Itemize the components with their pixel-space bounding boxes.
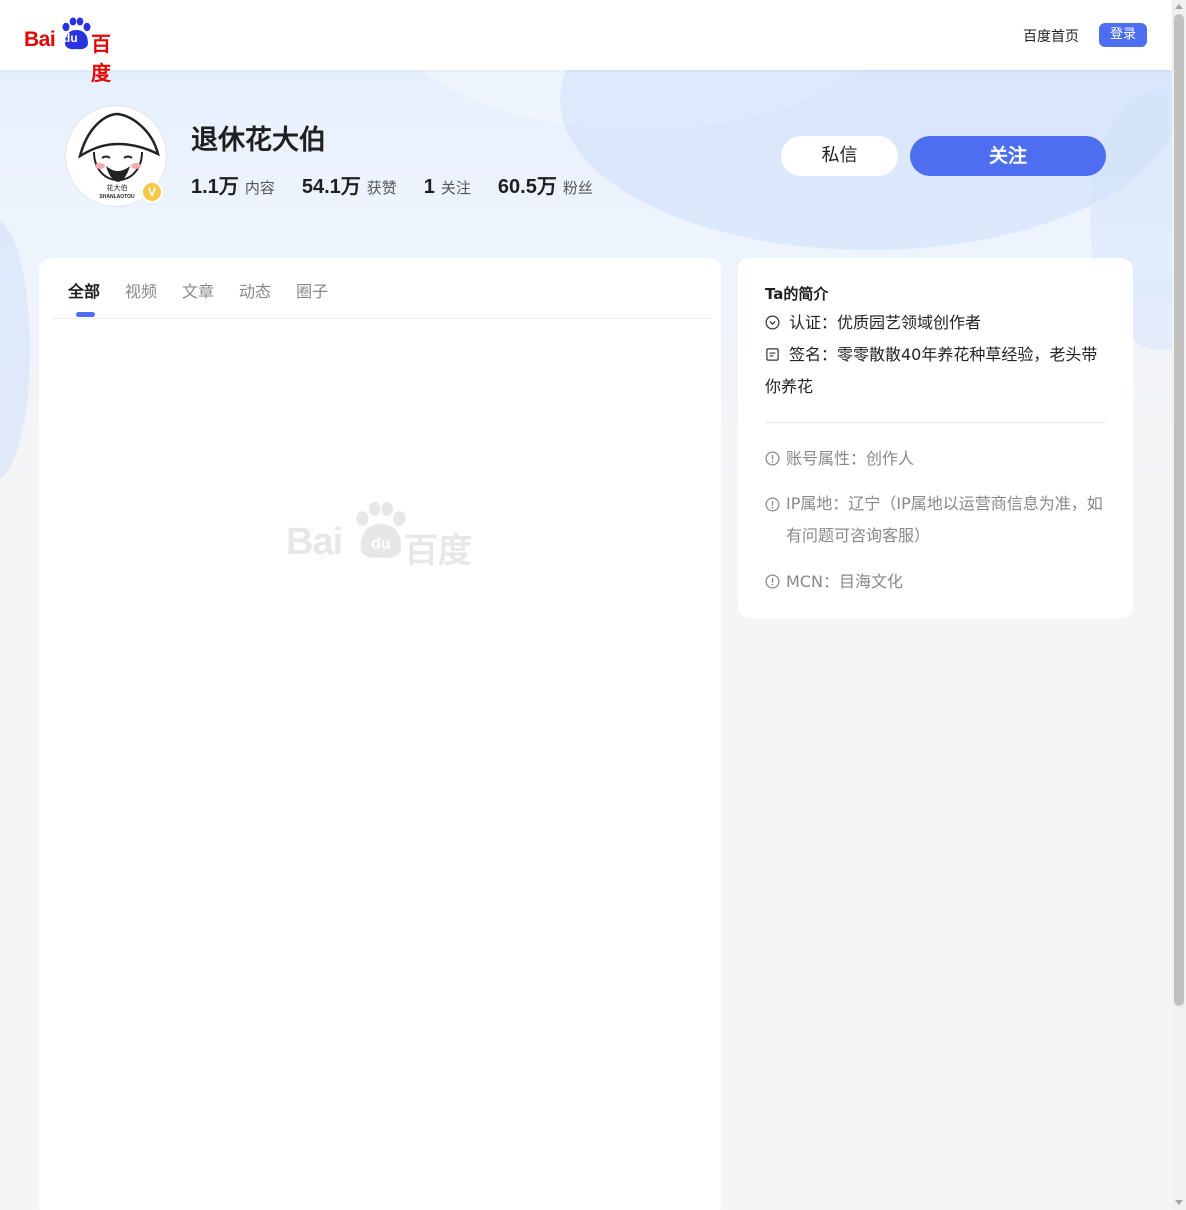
logo-du-text: du <box>63 31 78 45</box>
watermark-paw-icon: du <box>356 501 406 558</box>
intro-panel: Ta的简介 认证：优质园艺领域创作者 签名：零零散散40年养花种草经验，老头带你… <box>738 258 1133 618</box>
verified-badge-icon: V <box>141 181 163 203</box>
profile-name: 退休花大伯 <box>191 125 326 156</box>
stat-label: 内容 <box>244 179 275 197</box>
tab-article[interactable]: 文章 <box>182 278 214 302</box>
content-tabs: 全部 视频 文章 动态 圈子 <box>68 278 353 302</box>
stat-likes[interactable]: 54.1万 获赞 <box>302 170 397 199</box>
ip-location-text: IP属地：辽宁（IP属地以运营商信息为准，如有问题可咨询客服） <box>786 494 1103 545</box>
scroll-thumb[interactable] <box>1174 14 1184 1006</box>
mcn-row: MCN：目海文化 <box>765 566 1110 598</box>
watermark-chinese-text: 百度 <box>404 531 472 571</box>
top-nav: Bai du 百度 百度首页 登录 <box>0 0 1172 85</box>
stat-label: 粉丝 <box>562 179 593 197</box>
tab-video[interactable]: 视频 <box>125 278 157 302</box>
page-scrollbar[interactable] <box>1172 0 1186 1210</box>
avatar-text-top: 花大伯 <box>107 183 128 192</box>
avatar-text-bottom: SHANLAOTOU <box>99 194 135 200</box>
profile-stats: 1.1万 内容 54.1万 获赞 1 关注 60.5万 粉丝 <box>191 170 620 199</box>
tab-divider <box>52 318 712 319</box>
stat-value: 60.5万 <box>497 176 557 198</box>
intro-divider <box>765 422 1106 423</box>
account-type-text: 账号属性：创作人 <box>786 449 915 468</box>
note-icon <box>766 348 779 361</box>
stat-label: 获赞 <box>366 179 397 197</box>
stat-value: 54.1万 <box>301 176 361 198</box>
stat-following[interactable]: 1 关注 <box>424 176 471 199</box>
content-panel: 全部 视频 文章 动态 圈子 Bai du 百度 <box>39 258 721 1210</box>
certification-text: 认证：优质园艺领域创作者 <box>789 313 982 332</box>
stat-value: 1 <box>423 176 435 198</box>
watermark-latin-text: Bai <box>286 521 343 563</box>
message-button[interactable]: 私信 <box>781 136 898 176</box>
exclamation-circle-icon <box>765 451 780 466</box>
stat-value: 1.1万 <box>191 176 239 198</box>
exclamation-circle-icon <box>765 497 780 512</box>
check-circle-icon <box>765 315 780 330</box>
stat-label: 关注 <box>440 179 471 197</box>
certification-row: 认证：优质园艺领域创作者 <box>765 307 1110 339</box>
mcn-text: MCN：目海文化 <box>786 572 903 591</box>
signature-row: 签名：零零散散40年养花种草经验，老头带你养花 <box>765 339 1110 403</box>
signature-text: 签名：零零散散40年养花种草经验，老头带你养花 <box>765 345 1098 396</box>
scroll-down-icon[interactable] <box>1175 1200 1183 1205</box>
account-type-row: 账号属性：创作人 <box>765 443 1110 475</box>
baidu-logo[interactable]: Bai du 百度 <box>24 16 128 85</box>
tab-dynamic[interactable]: 动态 <box>239 278 271 302</box>
login-button[interactable]: 登录 <box>1099 23 1147 47</box>
follow-button[interactable]: 关注 <box>910 136 1106 176</box>
baidu-home-link[interactable]: 百度首页 <box>1023 26 1079 46</box>
exclamation-circle-icon <box>765 574 780 589</box>
watermark-du-text: du <box>371 536 390 553</box>
stat-followers[interactable]: 60.5万 粉丝 <box>498 170 593 199</box>
tab-all[interactable]: 全部 <box>68 278 100 302</box>
intro-title: Ta的简介 <box>765 285 829 303</box>
scroll-up-icon[interactable] <box>1175 4 1183 9</box>
logo-chinese-text: 百度 <box>91 32 111 85</box>
logo-latin-text: Bai <box>24 28 56 51</box>
active-tab-indicator <box>76 312 95 317</box>
baidu-watermark: Bai du 百度 <box>286 501 476 571</box>
tab-circle[interactable]: 圈子 <box>296 278 328 302</box>
ip-location-row: IP属地：辽宁（IP属地以运营商信息为准，如有问题可咨询客服） <box>765 488 1110 552</box>
stat-content[interactable]: 1.1万 内容 <box>191 170 275 199</box>
